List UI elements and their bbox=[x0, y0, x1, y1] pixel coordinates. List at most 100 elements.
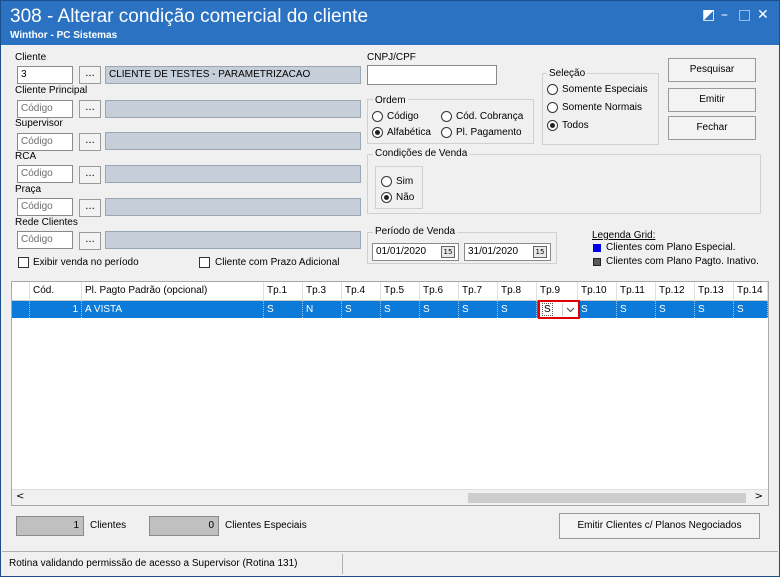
praca-label: Praça bbox=[15, 184, 42, 195]
ordem-cod-cobranca-radio[interactable] bbox=[441, 111, 452, 122]
cell-tp13[interactable]: S bbox=[695, 301, 734, 318]
ordem-pl-pagamento-radio[interactable] bbox=[441, 127, 452, 138]
cliente-label: Cliente bbox=[15, 52, 47, 63]
cell-tp9-value: S bbox=[542, 303, 553, 316]
cliente-principal-name-field bbox=[105, 100, 361, 118]
rede-clientes-input[interactable]: Código bbox=[17, 231, 73, 249]
rca-name-field bbox=[105, 165, 361, 183]
fechar-button[interactable]: Fechar bbox=[668, 116, 756, 140]
cliente-principal-label: Cliente Principal bbox=[15, 85, 88, 96]
ordem-codigo-radio[interactable] bbox=[372, 111, 383, 122]
grid-header-tp14[interactable]: Tp.14 bbox=[734, 282, 768, 300]
rca-input[interactable]: Código bbox=[17, 165, 73, 183]
legend-title: Legenda Grid: bbox=[592, 230, 656, 241]
ordem-alfabetica-radio[interactable] bbox=[372, 127, 383, 138]
cell-tp4[interactable]: S bbox=[342, 301, 381, 318]
praca-input[interactable]: Código bbox=[17, 198, 73, 216]
grid-header-cod[interactable]: Cód. bbox=[30, 282, 82, 300]
cliente-name-field: CLIENTE DE TESTES - PARAMETRIZACAO bbox=[105, 66, 361, 84]
chevron-down-icon[interactable] bbox=[562, 303, 577, 316]
grid-header-tp13[interactable]: Tp.13 bbox=[695, 282, 734, 300]
especiais-count: 0 bbox=[149, 516, 219, 536]
clientes-count: 1 bbox=[16, 516, 84, 536]
scroll-right-icon[interactable]: > bbox=[755, 491, 763, 502]
cell-tp12[interactable]: S bbox=[656, 301, 695, 318]
cliente-code-input[interactable]: 3 bbox=[17, 66, 73, 84]
grid-header-tp3[interactable]: Tp.3 bbox=[303, 282, 342, 300]
minimize-icon[interactable]: – bbox=[721, 7, 728, 23]
praca-name-field bbox=[105, 198, 361, 216]
exibir-venda-checkbox[interactable] bbox=[18, 257, 29, 268]
cell-tp10[interactable]: S bbox=[578, 301, 617, 318]
close-icon[interactable]: ✕ bbox=[757, 7, 769, 23]
supervisor-label: Supervisor bbox=[15, 118, 63, 129]
cell-tp6[interactable]: S bbox=[420, 301, 459, 318]
praca-lookup-button[interactable]: ... bbox=[79, 199, 101, 217]
emitir-planos-button[interactable]: Emitir Clientes c/ Planos Negociados bbox=[559, 513, 760, 539]
rede-clientes-name-field bbox=[105, 231, 361, 249]
rca-lookup-button[interactable]: ... bbox=[79, 166, 101, 184]
cell-tp3[interactable]: N bbox=[303, 301, 342, 318]
cell-tp8[interactable]: S bbox=[498, 301, 537, 318]
exibir-venda-label: Exibir venda no período bbox=[33, 257, 139, 268]
cliente-principal-lookup-button[interactable]: ... bbox=[79, 100, 101, 118]
status-divider bbox=[342, 554, 343, 574]
cell-tp14[interactable]: S bbox=[734, 301, 768, 318]
cell-cod[interactable]: 1 bbox=[30, 301, 82, 318]
grid-header-tp12[interactable]: Tp.12 bbox=[656, 282, 695, 300]
status-text: Rotina validando permissão de acesso a S… bbox=[9, 558, 298, 569]
horizontal-scrollbar[interactable]: < > bbox=[12, 489, 768, 505]
restore-icon[interactable]: ◩ bbox=[702, 7, 715, 23]
cell-tp9-dropdown[interactable]: S bbox=[538, 300, 580, 319]
condicoes-sim-radio[interactable] bbox=[381, 176, 392, 187]
clients-grid: Cód. Pl. Pagto Padrão (opcional) Tp.1 Tp… bbox=[11, 281, 769, 506]
grid-header-tp11[interactable]: Tp.11 bbox=[617, 282, 656, 300]
grid-header-tp5[interactable]: Tp.5 bbox=[381, 282, 420, 300]
grid-header-tp10[interactable]: Tp.10 bbox=[578, 282, 617, 300]
selecao-todos-label: Todos bbox=[562, 120, 589, 131]
selecao-title: Seleção bbox=[547, 68, 588, 79]
scroll-left-icon[interactable]: < bbox=[16, 491, 24, 502]
legend-special-swatch bbox=[593, 244, 601, 252]
calendar-start-icon[interactable]: 15 bbox=[441, 246, 455, 258]
cnpj-input[interactable] bbox=[367, 65, 497, 85]
especiais-count-label: Clientes Especiais bbox=[225, 520, 307, 531]
legend-inactive-swatch bbox=[593, 258, 601, 266]
scrollbar-thumb[interactable] bbox=[468, 493, 746, 503]
cell-tp11[interactable]: S bbox=[617, 301, 656, 318]
table-row[interactable]: 1 A VISTA S N S S S S S S S S S S S bbox=[12, 300, 768, 319]
rede-clientes-lookup-button[interactable]: ... bbox=[79, 232, 101, 250]
selecao-normais-radio[interactable] bbox=[547, 102, 558, 113]
cell-tp5[interactable]: S bbox=[381, 301, 420, 318]
pesquisar-button[interactable]: Pesquisar bbox=[668, 58, 756, 82]
cliente-prazo-label: Cliente com Prazo Adicional bbox=[215, 257, 340, 268]
grid-header-tp7[interactable]: Tp.7 bbox=[459, 282, 498, 300]
ordem-cod-cobranca-label: Cód. Cobrança bbox=[456, 111, 524, 122]
cliente-prazo-checkbox[interactable] bbox=[199, 257, 210, 268]
grid-header-tp9[interactable]: Tp.9 bbox=[537, 282, 578, 300]
legend-inactive-label: Clientes com Plano Pagto. Inativo. bbox=[606, 256, 759, 267]
window-subtitle: Winthor - PC Sistemas bbox=[10, 30, 118, 41]
cell-tp1[interactable]: S bbox=[264, 301, 303, 318]
maximize-icon[interactable]: □ bbox=[738, 7, 751, 23]
grid-header-tp8[interactable]: Tp.8 bbox=[498, 282, 537, 300]
cliente-lookup-button[interactable]: ... bbox=[79, 66, 101, 84]
grid-header-tp6[interactable]: Tp.6 bbox=[420, 282, 459, 300]
cell-pl-pagto[interactable]: A VISTA bbox=[82, 301, 264, 318]
selecao-especiais-radio[interactable] bbox=[547, 84, 558, 95]
grid-header-tp1[interactable]: Tp.1 bbox=[264, 282, 303, 300]
title-bar: 308 - Alterar condição comercial do clie… bbox=[1, 1, 779, 45]
selecao-todos-radio[interactable] bbox=[547, 120, 558, 131]
calendar-end-icon[interactable]: 15 bbox=[533, 246, 547, 258]
cliente-principal-input[interactable]: Código bbox=[17, 100, 73, 118]
condicoes-nao-radio[interactable] bbox=[381, 192, 392, 203]
selecao-normais-label: Somente Normais bbox=[562, 102, 643, 113]
supervisor-input[interactable]: Código bbox=[17, 133, 73, 151]
supervisor-lookup-button[interactable]: ... bbox=[79, 133, 101, 151]
grid-header-pl-pagto[interactable]: Pl. Pagto Padrão (opcional) bbox=[82, 282, 264, 300]
row-indicator bbox=[12, 301, 30, 318]
cnpj-label: CNPJ/CPF bbox=[367, 52, 416, 63]
grid-header-tp4[interactable]: Tp.4 bbox=[342, 282, 381, 300]
emitir-button[interactable]: Emitir bbox=[668, 88, 756, 112]
cell-tp7[interactable]: S bbox=[459, 301, 498, 318]
